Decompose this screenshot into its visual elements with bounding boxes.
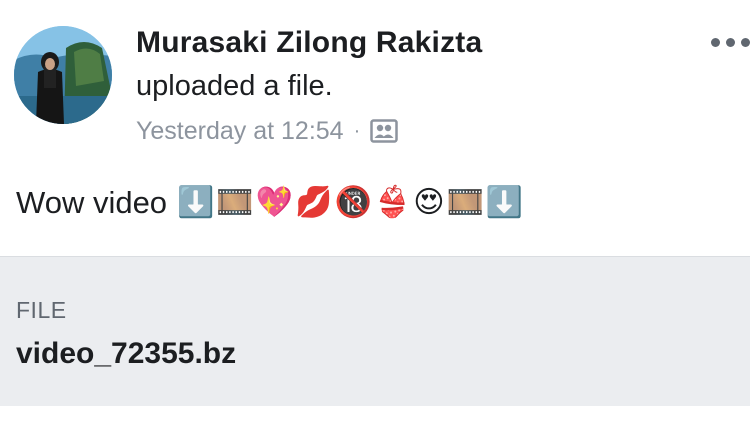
post-meta: Yesterday at 12:54 · [136,114,398,148]
message-text: Wow video [16,185,168,220]
attachment-file-name[interactable]: video_72355.bz [16,337,236,371]
more-dot [741,38,750,47]
more-options-icon[interactable] [711,38,750,47]
friends-icon[interactable] [370,119,398,143]
post-footer-divider [0,406,750,422]
film-frames-emoji: 🎞️ [216,185,254,220]
down-arrow-emoji: ⬇️ [485,185,524,220]
avatar[interactable] [14,26,112,124]
heart-eyes-emoji: 😍 [413,185,445,220]
film-frames-emoji: 🎞️ [446,185,484,220]
file-attachment[interactable]: FILE video_72355.bz [0,256,750,407]
sparkling-heart-emoji: 💖 [255,185,294,220]
more-dot [726,38,735,47]
down-arrow-emoji: ⬇️ [177,185,215,220]
more-dot [711,38,720,47]
feed-post: Murasaki Zilong Rakizta uploaded a file.… [0,0,750,422]
author-name[interactable]: Murasaki Zilong Rakizta [136,26,482,60]
post-message: Wow video ⬇️ 🎞️ 💖 💋 🔞 👙 😍 🎞️ ⬇️ [16,183,525,223]
no-one-under-18-emoji: 🔞 [334,185,372,220]
bikini-emoji: 👙 [373,185,412,220]
meta-separator: · [353,119,361,142]
kiss-mark-emoji: 💋 [295,185,333,220]
attachment-type-label: FILE [16,297,67,323]
timestamp[interactable]: Yesterday at 12:54 [136,117,344,146]
post-action-text: uploaded a file. [136,70,333,102]
